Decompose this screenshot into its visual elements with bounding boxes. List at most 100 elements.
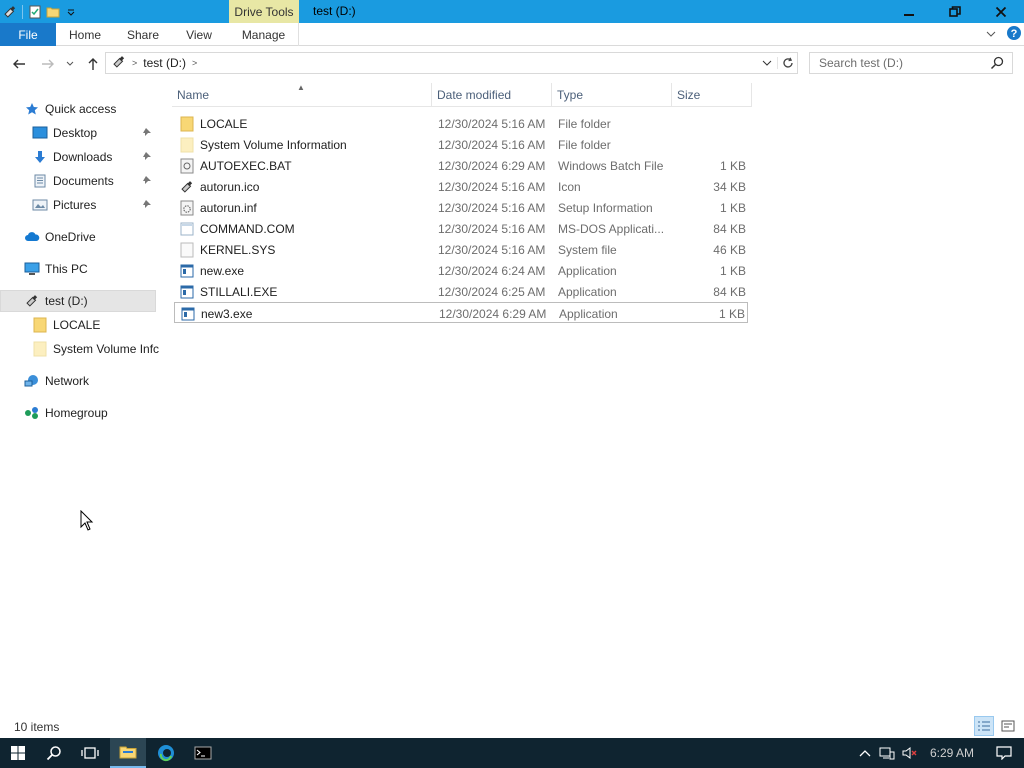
back-button[interactable] bbox=[8, 54, 30, 74]
breadcrumb-test-d[interactable]: test (D:) bbox=[143, 56, 186, 70]
customize-toolbar-chevron-icon[interactable] bbox=[63, 4, 79, 20]
pin-icon[interactable] bbox=[142, 150, 152, 164]
show-hidden-icons-chevron-icon[interactable] bbox=[854, 738, 876, 768]
volume-muted-icon[interactable] bbox=[898, 738, 920, 768]
tab-share[interactable]: Share bbox=[115, 23, 171, 46]
minimize-button[interactable] bbox=[886, 0, 932, 23]
file-row[interactable]: STILLALI.EXE 12/30/2024 6:25 AM Applicat… bbox=[174, 281, 748, 302]
file-name: COMMAND.COM bbox=[200, 221, 295, 236]
pin-icon[interactable] bbox=[142, 198, 152, 212]
nav-item-onedrive[interactable]: OneDrive bbox=[0, 226, 160, 248]
file-row[interactable]: new.exe 12/30/2024 6:24 AM Application 1… bbox=[174, 260, 748, 281]
file-date: 12/30/2024 5:16 AM bbox=[438, 116, 546, 131]
nav-item-documents[interactable]: Documents bbox=[0, 170, 160, 192]
file-date: 12/30/2024 5:16 AM bbox=[438, 137, 546, 152]
nav-item-label: This PC bbox=[45, 262, 88, 276]
pin-icon[interactable] bbox=[142, 126, 152, 140]
details-view-icon[interactable] bbox=[974, 716, 994, 736]
nav-item-pictures[interactable]: Pictures bbox=[0, 194, 160, 216]
file-name: AUTOEXEC.BAT bbox=[200, 158, 292, 173]
nav-item-this-pc[interactable]: This PC bbox=[0, 258, 160, 280]
file-row[interactable]: KERNEL.SYS 12/30/2024 5:16 AM System fil… bbox=[174, 239, 748, 260]
forward-button[interactable] bbox=[37, 54, 59, 74]
file-name: System Volume Information bbox=[200, 137, 347, 152]
nav-item-downloads[interactable]: Downloads bbox=[0, 146, 160, 168]
file-date: 12/30/2024 6:24 AM bbox=[438, 263, 546, 278]
nav-item-homegroup[interactable]: Homegroup bbox=[0, 402, 160, 424]
file-name: KERNEL.SYS bbox=[200, 242, 276, 257]
quick-access-toolbar bbox=[0, 0, 79, 23]
file-date: 12/30/2024 6:29 AM bbox=[438, 158, 546, 173]
file-name: LOCALE bbox=[200, 116, 248, 131]
file-date: 12/30/2024 5:16 AM bbox=[438, 221, 546, 236]
new-folder-icon[interactable] bbox=[45, 4, 61, 20]
nav-item-network[interactable]: Network bbox=[0, 370, 160, 392]
breadcrumb-chevron-icon[interactable]: > bbox=[132, 58, 137, 68]
tab-manage[interactable]: Manage bbox=[229, 23, 299, 46]
taskbar: 6:29 AM bbox=[0, 738, 1024, 768]
documents-icon bbox=[32, 173, 48, 189]
file-type: File folder bbox=[558, 116, 611, 131]
file-row[interactable]: AUTOEXEC.BAT 12/30/2024 6:29 AM Windows … bbox=[174, 155, 748, 176]
expand-ribbon-chevron-icon[interactable] bbox=[986, 28, 996, 42]
search-icon[interactable] bbox=[990, 56, 1004, 73]
navigation-pane: Quick access Desktop Downloads Documents bbox=[0, 92, 160, 712]
file-size: 46 KB bbox=[713, 242, 746, 257]
pin-icon[interactable] bbox=[142, 174, 152, 188]
file-size: 84 KB bbox=[713, 284, 746, 299]
column-date-modified[interactable]: Date modified bbox=[432, 83, 552, 107]
nav-item-quick-access[interactable]: Quick access bbox=[0, 98, 160, 120]
nav-item-label: OneDrive bbox=[45, 230, 96, 244]
nav-item-test-d[interactable]: test (D:) bbox=[0, 290, 156, 312]
file-size: 1 KB bbox=[719, 200, 746, 215]
tab-file[interactable]: File bbox=[0, 23, 56, 46]
nav-item-locale[interactable]: LOCALE bbox=[0, 314, 160, 336]
breadcrumb-chevron-icon[interactable]: > bbox=[192, 58, 197, 68]
column-name[interactable]: Name bbox=[172, 83, 432, 107]
up-button[interactable] bbox=[82, 54, 104, 74]
file-row[interactable]: autorun.ico 12/30/2024 5:16 AM Icon 34 K… bbox=[174, 176, 748, 197]
nav-item-label: Network bbox=[45, 374, 90, 388]
restore-button[interactable] bbox=[932, 0, 978, 23]
column-size[interactable]: Size bbox=[672, 83, 752, 107]
file-row[interactable]: COMMAND.COM 12/30/2024 5:16 AM MS-DOS Ap… bbox=[174, 218, 748, 239]
usb-drive-icon[interactable] bbox=[2, 4, 18, 20]
large-icons-view-icon[interactable] bbox=[998, 716, 1018, 736]
nav-item-desktop[interactable]: Desktop bbox=[0, 122, 160, 144]
network-status-icon[interactable] bbox=[876, 738, 898, 768]
star-icon bbox=[24, 101, 40, 117]
batch-file-icon bbox=[179, 158, 195, 174]
column-type[interactable]: Type bbox=[552, 83, 672, 107]
file-date: 12/30/2024 6:25 AM bbox=[438, 284, 546, 299]
file-explorer-taskbar-icon[interactable] bbox=[110, 738, 146, 768]
search-icon[interactable] bbox=[36, 738, 72, 768]
help-icon[interactable]: ? bbox=[1006, 25, 1022, 44]
action-center-icon[interactable] bbox=[984, 738, 1024, 768]
search-input[interactable]: Search test (D:) bbox=[809, 52, 1013, 74]
file-row-focused[interactable]: new3.exe 12/30/2024 6:29 AM Application … bbox=[174, 302, 748, 323]
tab-view[interactable]: View bbox=[171, 23, 227, 46]
close-button[interactable] bbox=[978, 0, 1024, 23]
folder-light-icon bbox=[179, 137, 195, 153]
start-button[interactable] bbox=[0, 738, 36, 768]
edge-browser-icon[interactable] bbox=[148, 738, 184, 768]
file-row[interactable]: System Volume Information 12/30/2024 5:1… bbox=[174, 134, 748, 155]
nav-item-label: Downloads bbox=[53, 150, 113, 164]
nav-item-label: Pictures bbox=[53, 198, 97, 212]
refresh-icon[interactable] bbox=[777, 57, 797, 69]
application-icon bbox=[179, 284, 195, 300]
command-prompt-icon[interactable] bbox=[185, 738, 221, 768]
nav-item-label: System Volume Infc bbox=[53, 342, 160, 356]
address-dropdown-chevron-icon[interactable] bbox=[757, 58, 777, 68]
nav-item-system-volume-information[interactable]: System Volume Infc bbox=[0, 338, 160, 360]
properties-icon[interactable] bbox=[27, 4, 43, 20]
taskbar-clock[interactable]: 6:29 AM bbox=[920, 746, 984, 760]
recent-locations-chevron-icon[interactable] bbox=[61, 54, 79, 74]
tab-home[interactable]: Home bbox=[57, 23, 113, 46]
task-view-icon[interactable] bbox=[72, 738, 108, 768]
file-type: Setup Information bbox=[558, 200, 653, 215]
file-row[interactable]: LOCALE 12/30/2024 5:16 AM File folder bbox=[174, 113, 748, 134]
file-date: 12/30/2024 5:16 AM bbox=[438, 200, 546, 215]
address-bar[interactable]: > test (D:) > bbox=[105, 52, 798, 74]
file-row[interactable]: autorun.inf 12/30/2024 5:16 AM Setup Inf… bbox=[174, 197, 748, 218]
